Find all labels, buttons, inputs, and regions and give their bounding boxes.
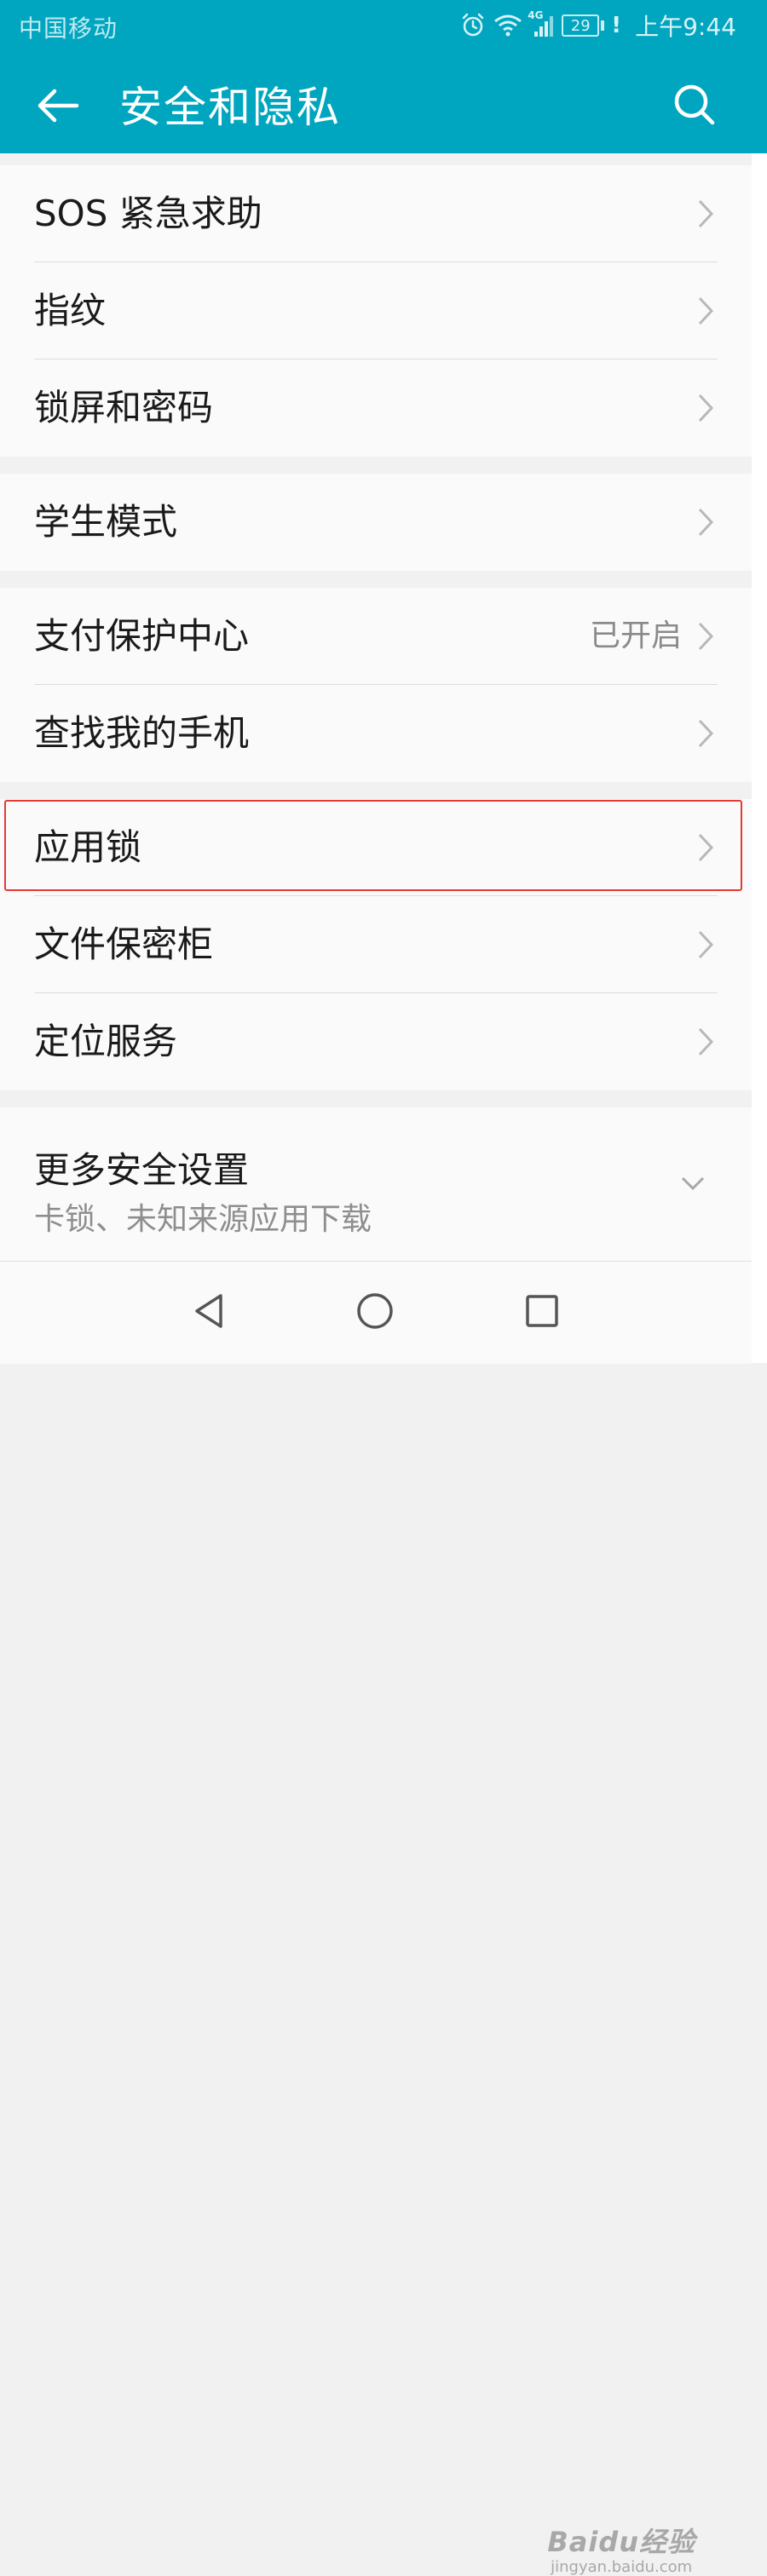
item-label: 更多安全设置 — [34, 1149, 250, 1191]
settings-group-5: 更多安全设置 卡锁、未知来源应用下载 — [0, 1107, 752, 1261]
page-title: 安全和隐私 — [119, 83, 341, 132]
settings-group-4: 应用锁 文件保密柜 定位服务 — [0, 799, 752, 1090]
status-bar: 中国移动 4G 29 ! 上午9:44 — [0, 0, 767, 53]
item-label: 定位服务 — [34, 1021, 178, 1062]
back-button[interactable] — [32, 80, 84, 131]
alarm-icon — [459, 12, 487, 39]
watermark-main: Baidu经验 — [547, 2526, 695, 2558]
settings-item-student-mode[interactable]: 学生模式 — [0, 474, 752, 571]
navigation-bar: Baidu经验 jingyan.baidu.com — [0, 1261, 752, 2576]
carrier-name: 中国移动 — [19, 14, 118, 43]
chevron-right-icon — [698, 622, 714, 651]
settings-group-2: 学生模式 — [0, 474, 752, 571]
item-label: 应用锁 — [34, 826, 142, 868]
settings-item-file-safe[interactable]: 文件保密柜 — [0, 896, 752, 993]
chevron-right-icon — [698, 1027, 714, 1056]
triangle-back-icon — [195, 1294, 222, 1328]
item-label: 支付保护中心 — [34, 615, 250, 657]
settings-item-app-lock[interactable]: 应用锁 — [0, 799, 752, 896]
nav-home-button[interactable] — [341, 1277, 409, 1345]
wifi-icon — [493, 13, 522, 38]
search-button[interactable] — [668, 78, 721, 131]
battery-icon: 29 — [562, 14, 600, 37]
chevron-right-icon — [698, 296, 714, 325]
settings-item-lock-screen[interactable]: 锁屏和密码 — [0, 359, 752, 457]
nav-back-button[interactable] — [175, 1277, 243, 1345]
chevron-right-icon — [698, 394, 714, 423]
item-label: 锁屏和密码 — [34, 387, 214, 428]
item-label: SOS 紧急求助 — [34, 193, 262, 234]
status-icons: 4G 29 ! 上午9:44 — [459, 7, 767, 44]
item-label: 查找我的手机 — [34, 712, 250, 754]
battery-level: 29 — [570, 16, 591, 35]
item-sublabel: 卡锁、未知来源应用下载 — [34, 1202, 372, 1237]
chevron-right-icon — [698, 199, 714, 228]
settings-item-find-my-phone[interactable]: 查找我的手机 — [0, 685, 752, 782]
item-status: 已开启 — [589, 618, 682, 653]
chevron-right-icon — [698, 930, 714, 959]
alert-icon: ! — [611, 13, 622, 38]
square-recents-icon — [526, 1295, 558, 1327]
chevron-right-icon — [698, 833, 714, 862]
battery-tip — [601, 20, 605, 31]
chevron-right-icon — [698, 719, 714, 748]
settings-item-more-security[interactable]: 更多安全设置 卡锁、未知来源应用下载 — [0, 1107, 752, 1261]
baidu-watermark: Baidu经验 jingyan.baidu.com — [547, 2521, 695, 2576]
item-label: 指纹 — [34, 290, 107, 331]
search-icon — [674, 84, 715, 125]
circle-home-icon — [357, 1293, 393, 1329]
item-label: 文件保密柜 — [34, 923, 214, 965]
settings-item-sos[interactable]: SOS 紧急求助 — [0, 165, 752, 262]
watermark-sub: jingyan.baidu.com — [551, 2558, 693, 2576]
chevron-right-icon — [698, 508, 714, 537]
signal-4g-icon: 4G — [528, 9, 555, 38]
nav-recents-button[interactable] — [508, 1277, 576, 1345]
settings-group-3: 支付保护中心 已开启 查找我的手机 — [0, 588, 752, 782]
arrow-left-icon — [37, 89, 79, 123]
settings-item-payment-protection[interactable]: 支付保护中心 已开启 — [0, 588, 752, 685]
settings-item-location-services[interactable]: 定位服务 — [0, 993, 752, 1090]
settings-group-1: SOS 紧急求助 指纹 锁屏和密码 — [0, 165, 752, 457]
item-label: 学生模式 — [34, 501, 178, 543]
settings-item-fingerprint[interactable]: 指纹 — [0, 262, 752, 359]
chevron-down-icon — [681, 1176, 705, 1191]
app-header: 中国移动 4G 29 ! 上午9:44 安全和隐私 — [0, 0, 767, 153]
network-type: 4G — [528, 9, 544, 21]
clock: 上午9:44 — [635, 13, 736, 41]
scroll-edge — [752, 153, 767, 1363]
